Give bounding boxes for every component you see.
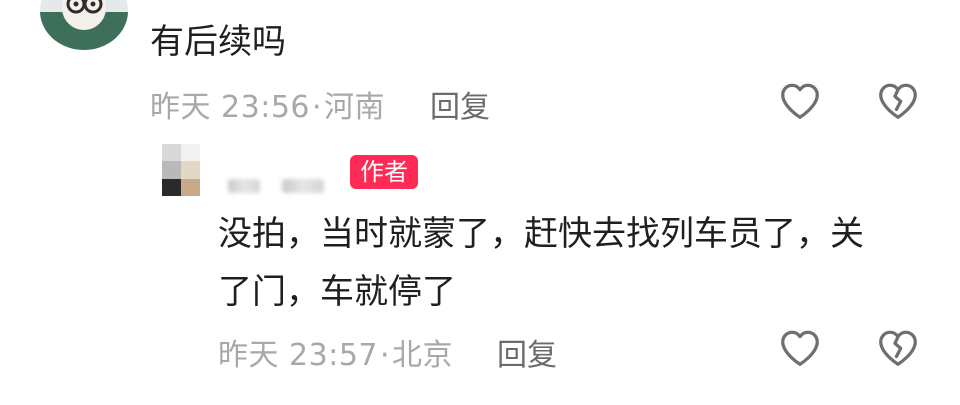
reply-author-name-redacted [228,178,324,194]
comment-like-button[interactable] [777,78,823,124]
author-badge: 作者 [350,155,418,189]
comment-dislike-button[interactable] [875,78,921,124]
heart-outline-icon [781,83,819,119]
reply-body-line-1: 没拍，当时就蒙了，赶快去找列车员了，关 [218,214,864,254]
comment-location: 河南 [324,90,386,125]
avatar-pixel [181,161,200,179]
broken-heart-outline-icon [879,83,917,119]
reply-author-avatar[interactable] [162,144,200,196]
avatar-pixel [162,161,181,179]
meta-separator: · [312,90,323,125]
avatar-illustration [40,0,128,50]
meta-separator: · [380,338,391,373]
reply-location: 北京 [392,338,454,373]
avatar-pixel [162,178,181,196]
comment-meta: 昨天 23:56·河南 [150,82,385,126]
avatar-pixel [162,144,181,162]
reply-like-button[interactable] [777,325,823,371]
avatar-pixel [181,144,200,162]
reply-body-line-2: 了门，车就停了 [218,272,456,312]
redaction-block [228,179,260,193]
broken-heart-outline-icon [879,330,917,366]
reply-time: 昨天 23:57 [218,338,378,373]
comment-body: 有后续吗 [150,22,286,62]
comment-thread: 有后续吗 昨天 23:56·河南 回复 作者 没拍，当时就蒙了，赶快去找列车员了… [0,0,960,405]
avatar-pixel [181,178,200,196]
reply-meta: 昨天 23:57·北京 [218,330,453,374]
redaction-block [282,179,324,193]
commenter-avatar[interactable] [40,0,128,50]
reply-reply-button[interactable]: 回复 [497,330,557,374]
comment-time: 昨天 23:56 [150,90,310,125]
reply-dislike-button[interactable] [875,325,921,371]
comment-reply-button[interactable]: 回复 [430,82,490,126]
heart-outline-icon [781,330,819,366]
